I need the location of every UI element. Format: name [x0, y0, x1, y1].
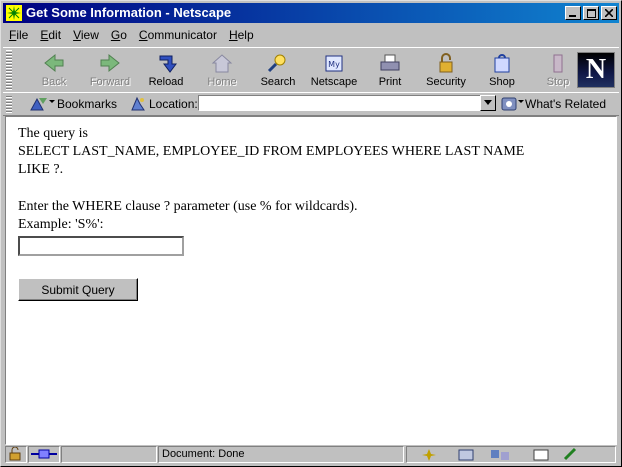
component-bar	[406, 446, 616, 463]
query-intro: The query is	[18, 126, 88, 141]
security-label: Security	[426, 76, 466, 88]
navigator-component-icon	[422, 449, 436, 461]
url-history-dropdown[interactable]	[480, 95, 496, 111]
reload-button[interactable]: Reload	[139, 50, 193, 90]
whats-related-label: What's Related	[525, 97, 606, 111]
browser-window: Get Some Information - Netscape File Edi…	[0, 0, 622, 467]
close-icon	[605, 9, 613, 17]
status-text: Document: Done	[158, 446, 404, 463]
whats-related-icon	[501, 97, 524, 111]
shop-label: Shop	[489, 76, 515, 88]
printer-icon	[380, 54, 400, 71]
bookmarks-icon	[30, 97, 55, 111]
forward-arrow-icon	[100, 53, 120, 73]
location-label: Location:	[149, 97, 198, 111]
netscape-label: Netscape	[310, 76, 358, 88]
query-sql-line1: SELECT LAST_NAME, EMPLOYEE_ID FROM EMPLO…	[18, 144, 525, 159]
url-input[interactable]	[198, 95, 481, 111]
home-button[interactable]: Home	[195, 50, 249, 90]
stop-icon	[553, 54, 563, 73]
chevron-down-icon	[484, 100, 492, 105]
home-label: Home	[207, 76, 237, 88]
security-status[interactable]	[5, 446, 27, 463]
query-form: The query is SELECT LAST_NAME, EMPLOYEE_…	[6, 117, 616, 309]
search-icon	[267, 54, 286, 73]
query-sql-line2: LIKE ?.	[18, 162, 64, 177]
toolbar-grip[interactable]	[6, 50, 12, 90]
bookmarks-label: Bookmarks	[57, 97, 118, 111]
window-title: Get Some Information - Netscape	[26, 5, 232, 20]
netscape-app-icon	[6, 5, 22, 21]
back-arrow-icon	[44, 53, 64, 73]
composer-component-icon	[533, 449, 549, 461]
location-label-group: Location:	[129, 96, 198, 112]
print-button[interactable]: Print	[363, 50, 417, 90]
connection-plug-icon	[31, 449, 57, 459]
back-label: Back	[41, 76, 67, 88]
padlock-status-icon	[9, 446, 21, 461]
netscape-button[interactable]: My Netscape	[307, 50, 361, 90]
menu-file[interactable]: File	[3, 28, 34, 42]
print-label: Print	[378, 76, 402, 88]
minimize-icon	[569, 15, 576, 17]
forward-button[interactable]: Forward	[83, 50, 137, 90]
location-toolbar: Bookmarks Location: What's Related	[3, 92, 619, 116]
lock-icon	[439, 53, 453, 73]
menu-view[interactable]: View	[67, 28, 105, 42]
where-parameter-input[interactable]	[18, 236, 184, 256]
location-icon[interactable]	[129, 96, 147, 112]
security-button[interactable]: Security	[419, 50, 473, 90]
reload-label: Reload	[148, 76, 184, 88]
svg-text:My: My	[328, 60, 340, 69]
netscape-logo[interactable]: N	[577, 52, 615, 88]
back-button[interactable]: Back	[27, 50, 81, 90]
minimize-button[interactable]	[565, 6, 581, 20]
menu-edit[interactable]: Edit	[34, 28, 67, 42]
reload-icon	[159, 55, 177, 73]
status-bar: Document: Done	[3, 445, 619, 464]
submit-query-button[interactable]: Submit Query	[18, 278, 138, 301]
shop-button[interactable]: Shop	[475, 50, 529, 90]
messenger-component-icon	[458, 449, 474, 461]
menu-bar: File Edit View Go Communicator Help	[3, 25, 619, 45]
component-bar-icons	[422, 447, 577, 461]
close-button[interactable]	[601, 6, 617, 20]
menu-help[interactable]: Help	[223, 28, 260, 42]
page-content: The query is SELECT LAST_NAME, EMPLOYEE_…	[5, 116, 617, 445]
netscape-my-icon: My	[325, 55, 343, 72]
discussion-component-icon	[491, 450, 509, 460]
maximize-button[interactable]	[583, 6, 599, 20]
menu-go[interactable]: Go	[105, 28, 133, 42]
home-icon	[211, 54, 233, 73]
edit-component-icon	[563, 447, 577, 461]
search-label: Search	[260, 76, 296, 88]
forward-label: Forward	[89, 76, 131, 88]
connection-status[interactable]	[28, 446, 60, 463]
navigation-toolbar: Back Forward Reload Home Search My Netsc…	[3, 47, 619, 93]
maximize-icon	[586, 8, 596, 18]
menu-communicator[interactable]: Communicator	[133, 28, 223, 42]
whats-related-button[interactable]: What's Related	[499, 96, 606, 112]
shop-icon	[494, 54, 510, 73]
where-instructions: Enter the WHERE clause ? parameter (use …	[18, 199, 358, 214]
progress-bar	[61, 446, 157, 463]
example-label: Example: 'S%':	[18, 217, 104, 232]
location-grip[interactable]	[6, 95, 12, 113]
bookmarks-button[interactable]: Bookmarks	[27, 96, 117, 112]
title-bar[interactable]: Get Some Information - Netscape	[3, 3, 619, 23]
search-button[interactable]: Search	[251, 50, 305, 90]
